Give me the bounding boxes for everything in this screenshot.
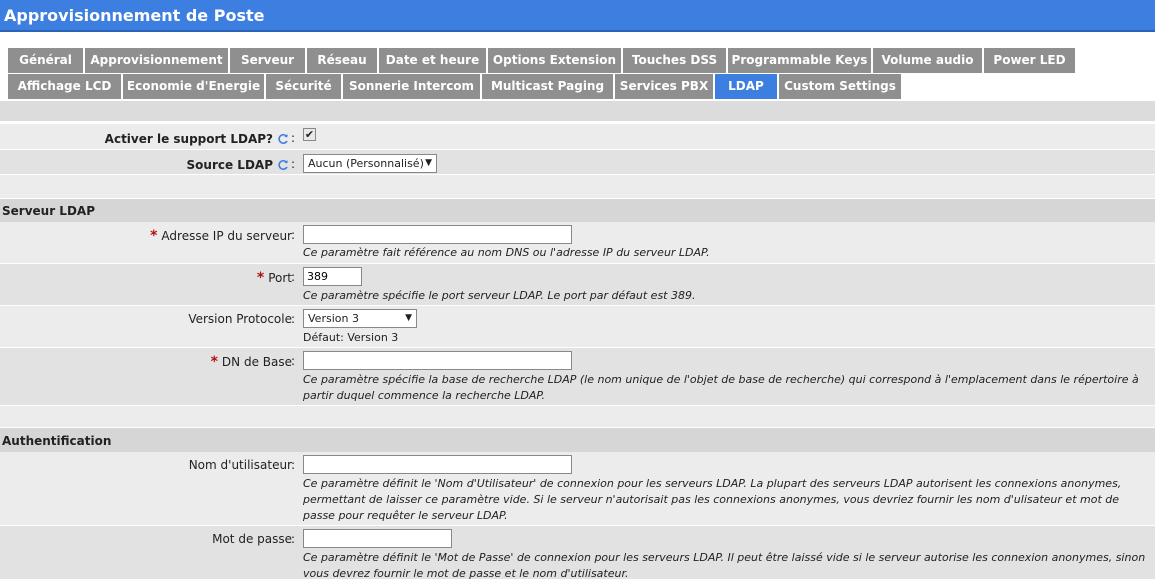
tab-custom-settings[interactable]: Custom Settings xyxy=(779,74,901,99)
tab-approvisionnement[interactable]: Approvisionnement xyxy=(85,48,228,73)
row-source-ldap: Source LDAP : Aucun (Personnalisé) ▼ xyxy=(0,150,1155,175)
enable-ldap-label: Activer le support LDAP? xyxy=(105,132,289,146)
row-version: Version Protocole : Version 3 ▼ Défaut: V… xyxy=(0,306,1155,348)
version-default: Défaut: Version 3 xyxy=(303,331,399,344)
tab-reseau[interactable]: Réseau xyxy=(307,48,377,73)
tab-affichage-lcd[interactable]: Affichage LCD xyxy=(8,74,121,99)
version-select[interactable]: Version 3 ▼ xyxy=(303,309,417,328)
tab-ldap[interactable]: LDAP xyxy=(715,74,777,99)
password-label: Mot de passe xyxy=(212,532,292,546)
port-input[interactable] xyxy=(303,267,362,286)
port-help: Ce paramètre spécifie le port serveur LD… xyxy=(303,289,696,302)
password-input[interactable] xyxy=(303,529,452,548)
row-username: Nom d'utilisateur : Ce paramètre définit… xyxy=(0,452,1155,526)
username-label: Nom d'utilisateur xyxy=(188,458,292,472)
row-base-dn: * DN de Base : Ce paramètre spécifie la b… xyxy=(0,348,1155,406)
server-ip-help: Ce paramètre fait référence au nom DNS o… xyxy=(303,246,710,259)
spacer-row xyxy=(0,406,1155,428)
source-ldap-label: Source LDAP xyxy=(187,158,289,172)
required-icon: * xyxy=(256,270,265,286)
username-input[interactable] xyxy=(303,455,572,474)
server-ip-label: * Adresse IP du serveur xyxy=(150,228,292,244)
title-bar: Approvisionnement de Poste xyxy=(0,0,1155,32)
enable-ldap-checkbox[interactable]: ✔ xyxy=(303,128,316,141)
chevron-down-icon: ▼ xyxy=(425,158,432,168)
tab-economie-energie[interactable]: Economie d'Energie xyxy=(123,74,264,99)
port-label: * Port xyxy=(256,270,292,286)
tab-programmable-keys[interactable]: Programmable Keys xyxy=(728,48,871,73)
header-band xyxy=(0,101,1155,121)
section-title: Authentification xyxy=(2,434,112,448)
section-authentification: Authentification xyxy=(0,428,1155,452)
password-help: Ce paramètre définit le 'Mot de Passe' d… xyxy=(303,551,1146,580)
tab-bar-row-1: Général Approvisionnement Serveur Réseau… xyxy=(8,48,1155,73)
tab-securite[interactable]: Sécurité xyxy=(266,74,341,99)
tab-power-led[interactable]: Power LED xyxy=(984,48,1075,73)
tab-services-pbx[interactable]: Services PBX xyxy=(615,74,713,99)
tab-touches-dss[interactable]: Touches DSS xyxy=(623,48,726,73)
row-password: Mot de passe : Ce paramètre définit le '… xyxy=(0,526,1155,580)
section-title: Serveur LDAP xyxy=(2,204,95,218)
refresh-icon[interactable] xyxy=(277,159,289,171)
server-ip-input[interactable] xyxy=(303,225,572,244)
section-serveur-ldap: Serveur LDAP xyxy=(0,199,1155,222)
chevron-down-icon: ▼ xyxy=(405,313,412,323)
base-dn-help: Ce paramètre spécifie la base de recherc… xyxy=(303,373,1139,402)
tab-multicast-paging[interactable]: Multicast Paging xyxy=(482,74,613,99)
refresh-icon[interactable] xyxy=(277,133,289,145)
tab-options-extension[interactable]: Options Extension xyxy=(488,48,621,73)
tab-sonnerie-intercom[interactable]: Sonnerie Intercom xyxy=(343,74,480,99)
base-dn-input[interactable] xyxy=(303,351,572,370)
version-label: Version Protocole xyxy=(188,312,292,326)
required-icon: * xyxy=(210,354,218,370)
row-enable-ldap: Activer le support LDAP? : ✔ xyxy=(0,124,1155,150)
tab-bar-row-2: Affichage LCD Economie d'Energie Sécurit… xyxy=(8,74,1155,99)
tab-date-heure[interactable]: Date et heure xyxy=(379,48,486,73)
tab-serveur[interactable]: Serveur xyxy=(230,48,305,73)
username-help: Ce paramètre définit le 'Nom d'Utilisate… xyxy=(303,477,1122,522)
source-ldap-select[interactable]: Aucun (Personnalisé) ▼ xyxy=(303,154,437,173)
tab-volume-audio[interactable]: Volume audio xyxy=(873,48,982,73)
spacer-row xyxy=(0,175,1155,199)
base-dn-label: * DN de Base xyxy=(210,354,292,370)
tab-general[interactable]: Général xyxy=(8,48,83,73)
required-icon: * xyxy=(150,228,158,244)
row-server-ip: * Adresse IP du serveur : Ce paramètre fa… xyxy=(0,222,1155,264)
row-port: *Port : Ce paramètre spécifie le port se… xyxy=(0,264,1155,306)
page-title: Approvisionnement de Poste xyxy=(4,6,265,25)
